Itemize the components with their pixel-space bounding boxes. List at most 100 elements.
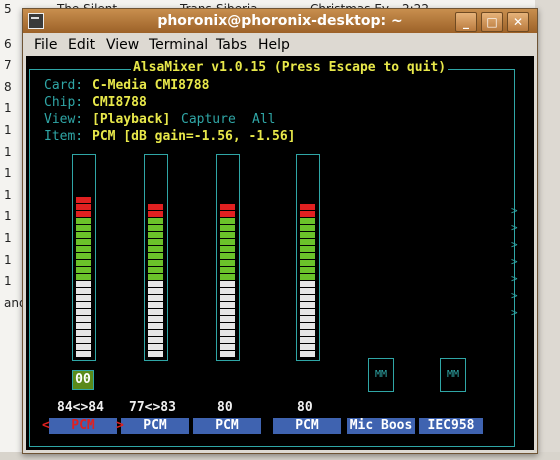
volume-bar-segment (76, 351, 91, 357)
volume-bar-segment (76, 211, 91, 217)
background-cell-num: 8 (4, 79, 12, 94)
volume-bar-segment (76, 295, 91, 301)
background-cell-num: 1 (4, 274, 12, 289)
channel-label[interactable]: PCM (273, 418, 341, 434)
background-cell-num: 1 (4, 166, 12, 181)
volume-bar-segment (148, 246, 163, 252)
volume-bar-segment (76, 197, 91, 203)
volume-bar-segment (220, 309, 235, 315)
iec958-mute-indicator[interactable]: MM (440, 358, 466, 392)
volume-bar-segment (300, 288, 315, 294)
volume-bar-segment (220, 281, 235, 287)
volume-bar-segment (300, 239, 315, 245)
volume-bar-segment (300, 211, 315, 217)
volume-bar-segment (220, 316, 235, 322)
background-cell-num: 1 (4, 101, 12, 116)
volume-bar-segment (76, 281, 91, 287)
volume-bar-segment (76, 344, 91, 350)
volume-bar-segment (76, 225, 91, 231)
volume-bar-segment (148, 281, 163, 287)
channel-label[interactable]: IEC958 (419, 418, 483, 434)
volume-bar-segment (300, 316, 315, 322)
volume-bar-segment (76, 302, 91, 308)
volume-bar-segment (220, 288, 235, 294)
volume-bar-segment (220, 323, 235, 329)
channel-label[interactable]: PCM (49, 418, 117, 434)
volume-bar-segment (148, 302, 163, 308)
volume-bar-segment (300, 344, 315, 350)
volume-bar-segment (300, 274, 315, 280)
scroll-right-arrow: > (511, 221, 518, 234)
volume-bar-segment (300, 225, 315, 231)
volume-bar-segment (300, 281, 315, 287)
channel-label[interactable]: PCM (121, 418, 189, 434)
volume-bar-segment (220, 337, 235, 343)
menu-view[interactable]: View (106, 37, 139, 53)
volume-bar-segment (148, 204, 163, 210)
volume-bar-segment (220, 253, 235, 259)
volume-bar-segment (148, 316, 163, 322)
background-cell-num: 1 (4, 187, 12, 202)
maximize-button[interactable]: □ (481, 12, 503, 32)
menu-file[interactable]: File (34, 37, 57, 53)
volume-bar-segment (300, 232, 315, 238)
view-capture[interactable]: Capture (181, 112, 236, 127)
view-label: View: (44, 112, 84, 127)
volume-slider[interactable] (216, 154, 240, 361)
menu-tabs[interactable]: Tabs (216, 37, 247, 53)
volume-bar-segment (220, 330, 235, 336)
volume-slider[interactable] (296, 154, 320, 361)
mute-toggle[interactable]: 00 (72, 370, 94, 390)
terminal-window: phoronix@phoronix-desktop: ~ _ □ ✕ File … (22, 8, 538, 454)
volume-bar-segment (148, 337, 163, 343)
volume-slider[interactable] (144, 154, 168, 361)
menu-terminal[interactable]: Terminal (149, 37, 208, 53)
volume-bar-segment (76, 323, 91, 329)
volume-bar-segment (148, 260, 163, 266)
chip-label: Chip: (44, 95, 84, 110)
volume-bar-segment (148, 211, 163, 217)
background-cell-num: 1 (4, 123, 12, 137)
scroll-right-arrow: > (511, 272, 518, 285)
volume-bar-segment (148, 267, 163, 273)
volume-bar-segment (300, 260, 315, 266)
volume-bar-segment (300, 337, 315, 343)
menu-edit[interactable]: Edit (68, 37, 95, 53)
card-value: C-Media CMI8788 (92, 78, 210, 93)
volume-bar-segment (76, 316, 91, 322)
volume-bar-segment (76, 288, 91, 294)
volume-bar-segment (76, 337, 91, 343)
volume-bar-segment (220, 232, 235, 238)
view-all[interactable]: All (252, 112, 275, 127)
scroll-right-arrow: > (511, 306, 518, 319)
volume-bar-segment (220, 260, 235, 266)
channel-label[interactable]: PCM (193, 418, 261, 434)
volume-bar-segment (220, 204, 235, 210)
volume-bar-segment (76, 239, 91, 245)
minimize-button[interactable]: _ (455, 12, 477, 32)
terminal-screen[interactable]: AlsaMixer v1.0.15 (Press Escape to quit)… (26, 56, 534, 450)
menu-help[interactable]: Help (258, 37, 290, 53)
background-cell-num: 1 (4, 231, 12, 245)
background-cell-num: 6 (4, 36, 12, 51)
volume-bar-segment (220, 302, 235, 308)
title-bar[interactable]: phoronix@phoronix-desktop: ~ _ □ ✕ (23, 9, 537, 33)
volume-bar-segment (148, 232, 163, 238)
view-playback[interactable]: [Playback] (92, 112, 170, 127)
volume-bar-segment (76, 253, 91, 259)
menu-bar: File Edit View Terminal Tabs Help (23, 33, 537, 55)
item-value: PCM [dB gain=-1.56, -1.56] (92, 129, 296, 144)
close-button[interactable]: ✕ (507, 12, 529, 32)
mic-boost-mute-indicator[interactable]: MM (368, 358, 394, 392)
card-label: Card: (44, 78, 84, 93)
volume-bar-segment (148, 225, 163, 231)
background-cell-num: 7 (4, 58, 12, 73)
channel-label[interactable]: Mic Boos (347, 418, 415, 434)
volume-bar-segment (300, 330, 315, 336)
volume-bar-segment (300, 302, 315, 308)
volume-slider[interactable] (72, 154, 96, 361)
background-cell-num: 5 (4, 2, 12, 16)
volume-bar-segment (148, 239, 163, 245)
volume-bar-segment (220, 295, 235, 301)
volume-bar-segment (220, 211, 235, 217)
